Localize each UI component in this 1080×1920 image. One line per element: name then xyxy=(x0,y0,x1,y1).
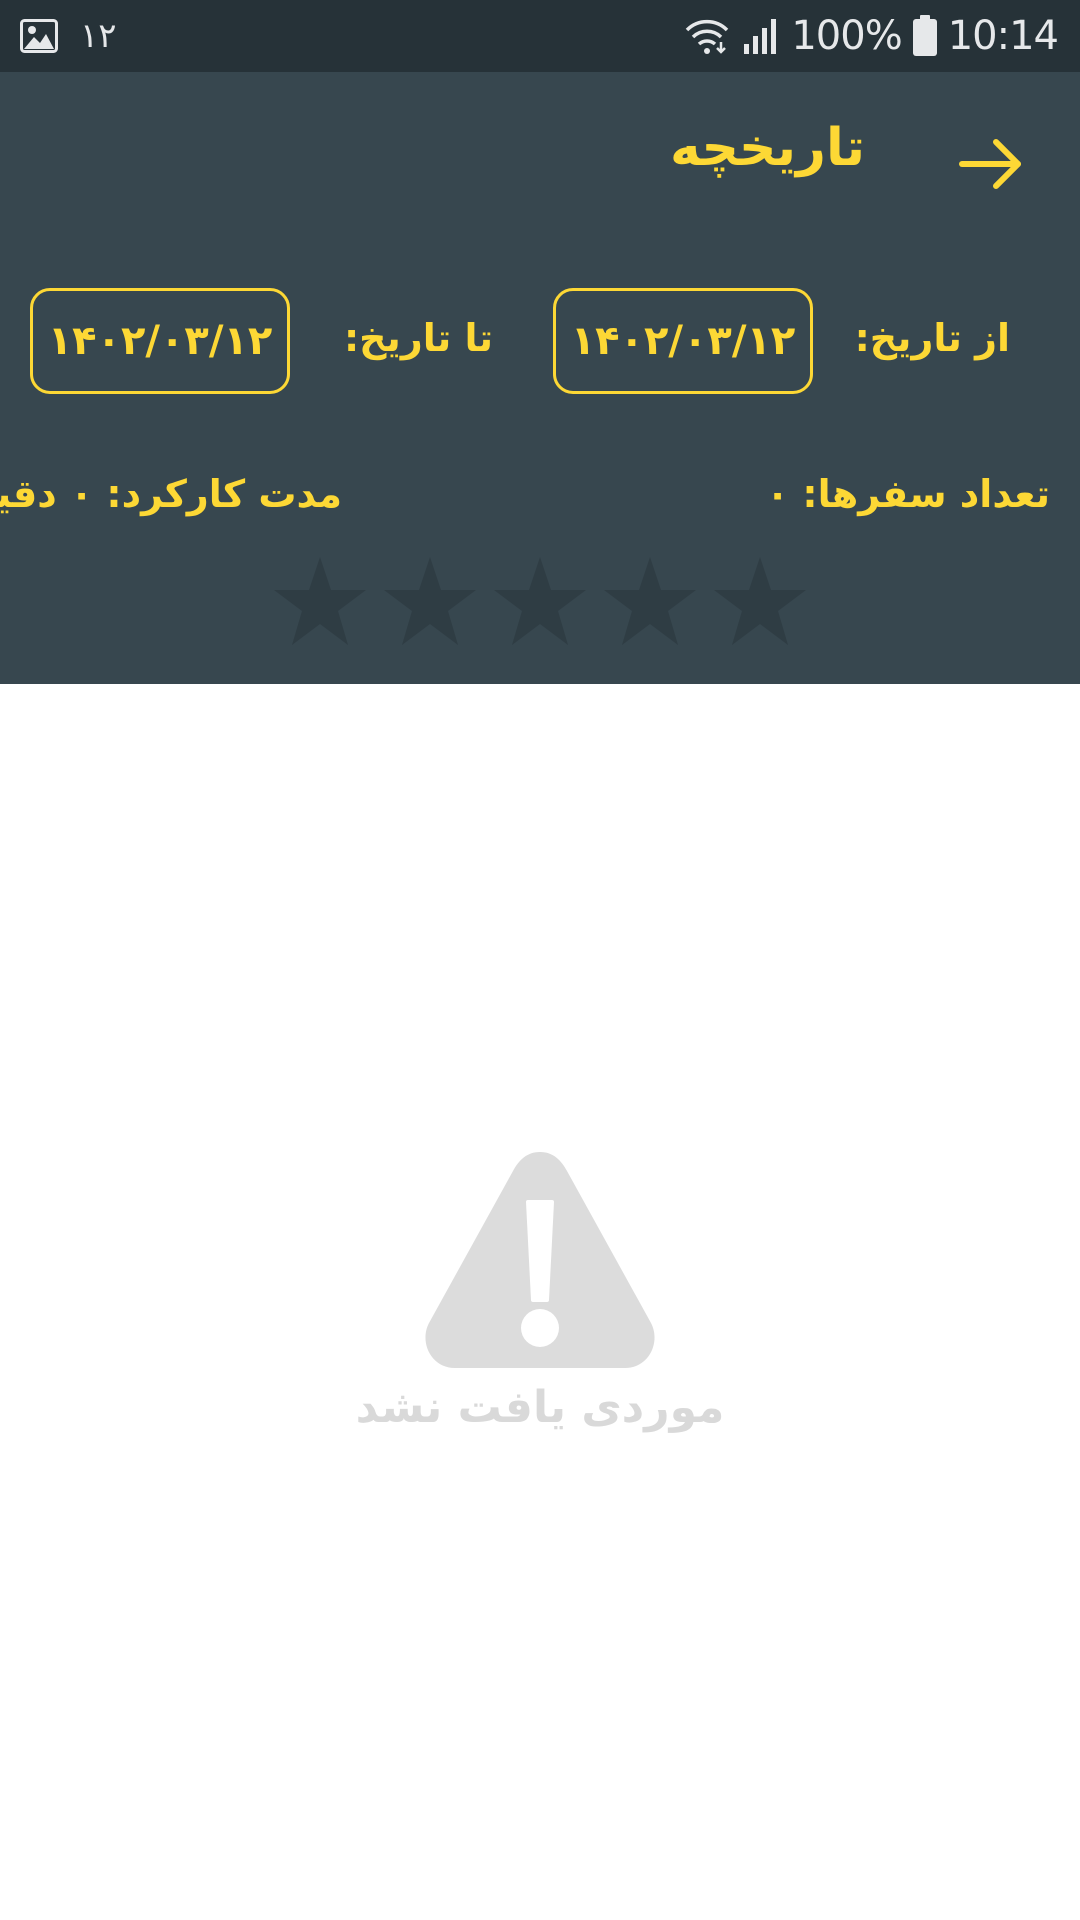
from-date-field[interactable]: ۱۴۰۲/۰۳/۱۲ xyxy=(553,288,813,394)
star-icon xyxy=(494,557,586,645)
status-bar-left: ۱۲ xyxy=(20,0,118,72)
star-icon xyxy=(604,557,696,645)
empty-message: موردی یافت نشد xyxy=(355,1382,725,1433)
warning-icon xyxy=(425,1152,655,1368)
empty-state: موردی یافت نشد xyxy=(0,1140,1080,1433)
trips-count-label: تعداد سفرها: ۰ xyxy=(765,472,1050,516)
status-bar-right: 100% 10:14 xyxy=(683,0,1059,72)
wifi-icon xyxy=(686,19,729,54)
work-duration-label: مدت کارکرد: ۰ دقیقه xyxy=(0,472,342,516)
star-icon xyxy=(384,557,476,645)
from-date-label: از تاریخ: xyxy=(854,316,1010,360)
gallery-notification-icon xyxy=(20,19,58,53)
notification-count: ۱۲ xyxy=(80,16,118,56)
battery-percent: 100% xyxy=(791,13,902,59)
cellular-signal-icon xyxy=(744,19,777,54)
star-icon xyxy=(274,557,366,645)
back-arrow-icon[interactable] xyxy=(952,124,1032,204)
history-header: تاریخچه از تاریخ: ۱۴۰۲/۰۳/۱۲ تا تاریخ: ۱… xyxy=(0,72,1080,684)
to-date-label: تا تاریخ: xyxy=(343,316,493,360)
battery-icon xyxy=(912,15,937,56)
status-bar: ۱۲ 100% 10:14 xyxy=(0,0,1080,72)
page-title: تاریخچه xyxy=(670,118,865,178)
star-icon xyxy=(714,557,806,645)
clock: 10:14 xyxy=(947,13,1059,59)
to-date-field[interactable]: ۱۴۰۲/۰۳/۱۲ xyxy=(30,288,290,394)
rating-stars xyxy=(270,552,810,652)
